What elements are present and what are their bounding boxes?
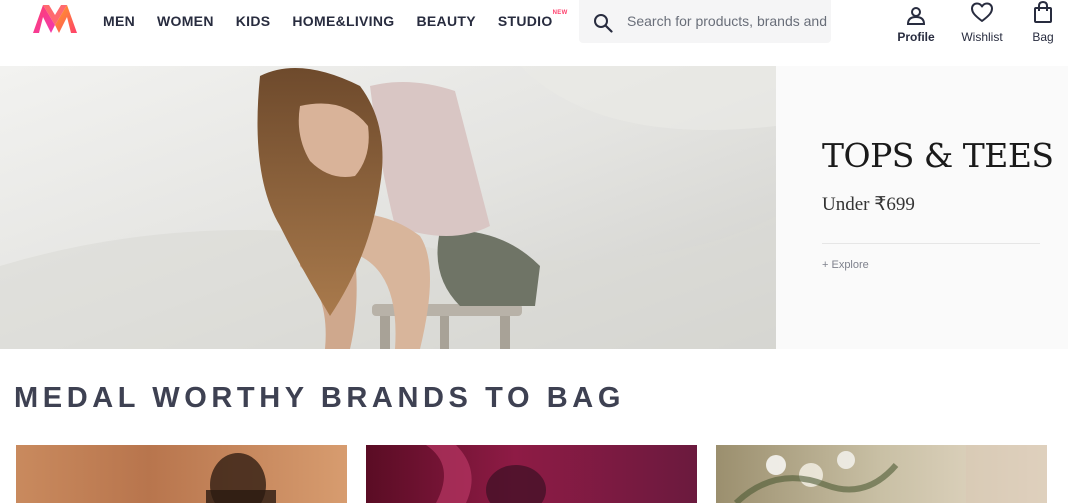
heart-icon (971, 2, 993, 22)
search-input[interactable] (627, 11, 831, 31)
brand-card-image (426, 445, 546, 503)
myntra-logo[interactable] (31, 3, 79, 35)
main-nav: MEN WOMEN KIDS HOME&LIVING BEAUTY STUDIO… (103, 10, 567, 29)
hero-title: TOPS & TEES (822, 136, 1054, 175)
explore-link[interactable]: + Explore (822, 259, 869, 271)
nav-item-beauty[interactable]: BEAUTY (416, 13, 475, 29)
brand-card[interactable] (366, 445, 697, 503)
wishlist-button[interactable]: Wishlist (956, 0, 1008, 44)
hero-banner-image[interactable] (0, 66, 776, 349)
brand-card-image (733, 445, 1047, 503)
nav-item-studio-label: STUDIO (497, 13, 553, 29)
bag-label: Bag (1032, 30, 1054, 44)
nav-item-studio[interactable]: STUDIO NEW (497, 10, 567, 29)
search-icon[interactable] (593, 13, 613, 33)
search-bar (579, 0, 831, 43)
profile-icon (906, 7, 926, 25)
hero-divider (822, 243, 1040, 244)
brand-card-image (206, 453, 276, 503)
nav-item-home-living[interactable]: HOME&LIVING (292, 13, 394, 29)
brand-card[interactable] (716, 445, 1047, 503)
hero-promo-panel: TOPS & TEES Under ₹699 + Explore (776, 66, 1068, 349)
hero-subtitle: Under ₹699 (822, 194, 915, 215)
new-badge: NEW (552, 10, 568, 16)
nav-item-kids[interactable]: KIDS (236, 13, 271, 29)
bag-button[interactable]: Bag (1029, 0, 1057, 44)
nav-item-men[interactable]: MEN (103, 13, 135, 29)
profile-button[interactable]: Profile (894, 0, 938, 44)
bag-icon (1034, 0, 1052, 23)
nav-item-women[interactable]: WOMEN (157, 13, 214, 29)
brand-card[interactable] (16, 445, 347, 503)
top-header: MEN WOMEN KIDS HOME&LIVING BEAUTY STUDIO… (0, 0, 1068, 66)
section-title: MEDAL WORTHY BRANDS TO BAG (14, 382, 625, 414)
wishlist-label: Wishlist (961, 30, 1003, 44)
profile-label: Profile (897, 30, 935, 44)
hero-model-illustration (0, 66, 776, 349)
